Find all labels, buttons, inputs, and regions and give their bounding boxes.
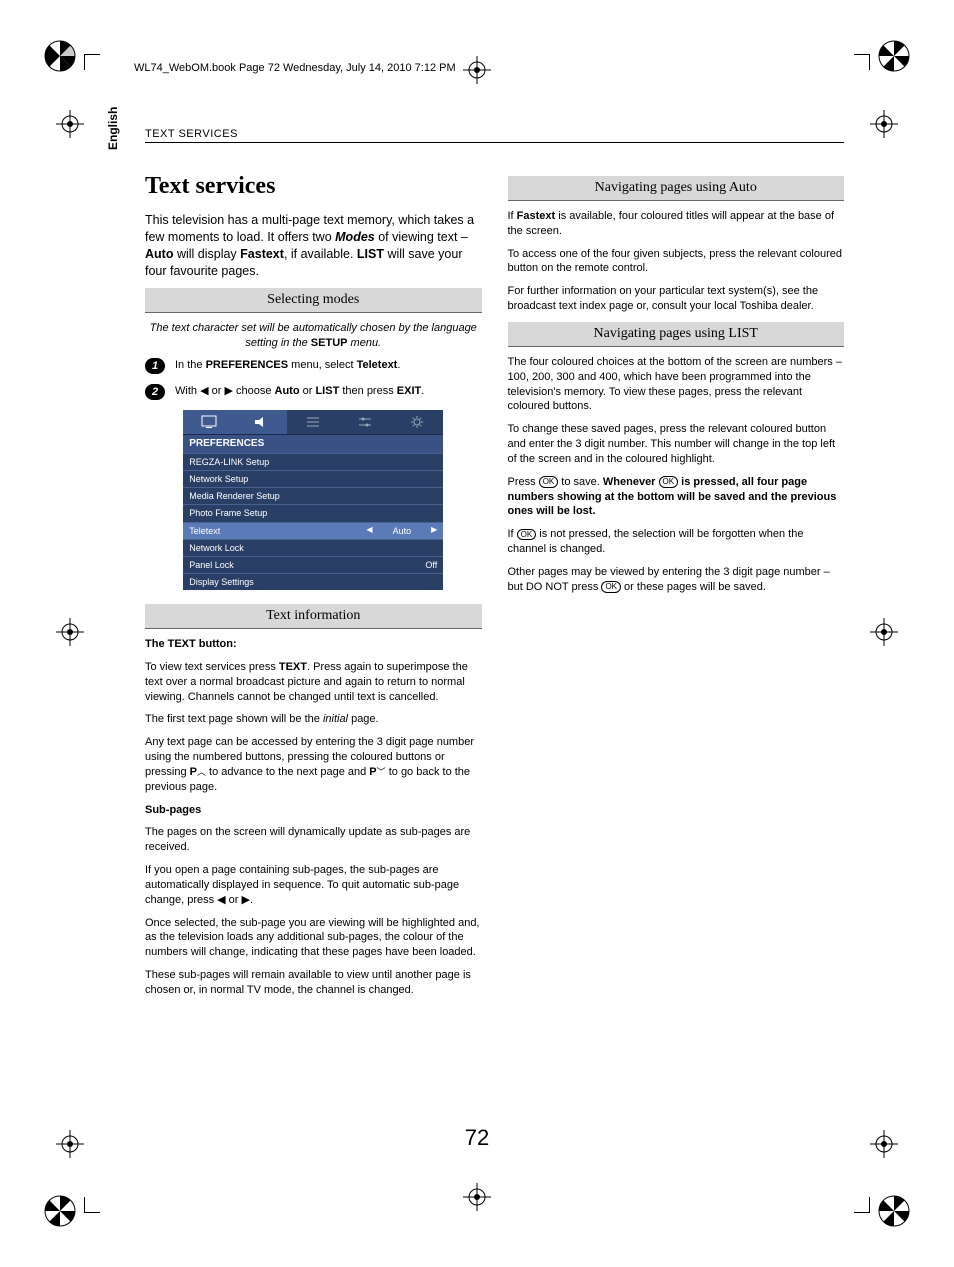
body-paragraph: If you open a page containing sub-pages,… xyxy=(145,863,482,908)
subhead-selecting-modes: Selecting modes xyxy=(145,288,482,313)
registration-mark-icon xyxy=(44,1195,76,1227)
column-left: Text services This television has a mult… xyxy=(145,170,482,1147)
text-button-heading: The TEXT button: xyxy=(145,637,482,652)
column-right: Navigating pages using Auto If Fastext i… xyxy=(508,170,845,1147)
body-paragraph: If Fastext is available, four coloured t… xyxy=(508,209,845,239)
subhead-nav-auto: Navigating pages using Auto xyxy=(508,176,845,201)
menu-row: Media Renderer Setup xyxy=(183,487,443,504)
body-paragraph: Other pages may be viewed by entering th… xyxy=(508,565,845,595)
ok-button-icon: OK xyxy=(601,581,621,593)
content-area: English TEXT SERVICES Text services This… xyxy=(110,120,844,1147)
down-chevron-icon: ﹀ xyxy=(377,766,386,778)
menu-row: Panel LockOff xyxy=(183,556,443,573)
menu-row: Network Setup xyxy=(183,470,443,487)
subhead-text-information: Text information xyxy=(145,604,482,629)
body-paragraph: Once selected, the sub-page you are view… xyxy=(145,916,482,961)
left-arrow-icon: ◀ xyxy=(217,894,225,906)
crosshair-icon xyxy=(870,618,898,646)
tab-sound-icon xyxy=(235,410,287,434)
left-arrow-icon: ◀ xyxy=(366,525,372,536)
tab-sliders-icon xyxy=(339,410,391,434)
section-rule xyxy=(145,142,844,143)
ok-button-icon: OK xyxy=(517,529,537,541)
menu-row: Display Settings xyxy=(183,573,443,590)
registration-mark-icon xyxy=(878,40,910,72)
body-paragraph: To view text services press TEXT. Press … xyxy=(145,660,482,705)
right-arrow-icon: ▶ xyxy=(224,385,232,397)
page-title: Text services xyxy=(145,170,482,202)
step-badge: 2 xyxy=(145,384,165,400)
section-header: TEXT SERVICES xyxy=(145,128,238,140)
right-arrow-icon: ▶ xyxy=(242,894,250,906)
menu-screenshot: PREFERENCES REGZA-LINK Setup Network Set… xyxy=(183,410,443,590)
step-text: With ◀ or ▶ choose Auto or LIST then pre… xyxy=(175,384,482,399)
running-header: WL74_WebOM.book Page 72 Wednesday, July … xyxy=(134,62,456,74)
page: WL74_WebOM.book Page 72 Wednesday, July … xyxy=(0,0,954,1267)
step-1: 1 In the PREFERENCES menu, select Telete… xyxy=(145,358,482,374)
body-paragraph: Press OK to save. Whenever OK is pressed… xyxy=(508,475,845,520)
menu-tabs xyxy=(183,410,443,434)
right-arrow-icon: ▶ xyxy=(431,525,437,536)
crosshair-icon xyxy=(56,1130,84,1158)
registration-mark-icon xyxy=(44,40,76,72)
page-number: 72 xyxy=(110,1125,844,1151)
ok-button-icon: OK xyxy=(539,476,559,488)
step-badge: 1 xyxy=(145,358,165,374)
menu-row: Network Lock xyxy=(183,539,443,556)
menu-title: PREFERENCES xyxy=(183,434,443,453)
ok-button-icon: OK xyxy=(659,476,679,488)
up-chevron-icon: ︿ xyxy=(197,766,206,778)
crosshair-icon xyxy=(870,1130,898,1158)
body-paragraph: If OK is not pressed, the selection will… xyxy=(508,527,845,557)
crosshair-icon xyxy=(56,618,84,646)
subhead-nav-list: Navigating pages using LIST xyxy=(508,322,845,347)
registration-mark-icon xyxy=(878,1195,910,1227)
step-text: In the PREFERENCES menu, select Teletext… xyxy=(175,358,482,373)
step-2: 2 With ◀ or ▶ choose Auto or LIST then p… xyxy=(145,384,482,400)
crosshair-icon xyxy=(463,56,491,84)
menu-row: REGZA-LINK Setup xyxy=(183,453,443,470)
body-paragraph: The four coloured choices at the bottom … xyxy=(508,355,845,414)
subpages-heading: Sub-pages xyxy=(145,803,482,818)
tab-picture-icon xyxy=(183,410,235,434)
note-italic: The text character set will be automatic… xyxy=(145,321,482,351)
tab-list-icon xyxy=(287,410,339,434)
tab-gear-icon xyxy=(391,410,443,434)
menu-row-selected: Teletext◀Auto▶ xyxy=(183,522,443,539)
body-paragraph: To change these saved pages, press the r… xyxy=(508,422,845,467)
crosshair-icon xyxy=(870,110,898,138)
intro-paragraph: This television has a multi-page text me… xyxy=(145,212,482,280)
menu-row: Photo Frame Setup xyxy=(183,504,443,521)
language-tab: English xyxy=(106,107,120,150)
left-arrow-icon: ◀ xyxy=(200,385,208,397)
body-paragraph: To access one of the four given subjects… xyxy=(508,247,845,277)
body-paragraph: These sub-pages will remain available to… xyxy=(145,968,482,998)
body-paragraph: The pages on the screen will dynamically… xyxy=(145,825,482,855)
body-paragraph: For further information on your particul… xyxy=(508,284,845,314)
crosshair-icon xyxy=(56,110,84,138)
body-paragraph: The first text page shown will be the in… xyxy=(145,712,482,727)
body-paragraph: Any text page can be accessed by enterin… xyxy=(145,735,482,794)
columns: Text services This television has a mult… xyxy=(145,170,844,1147)
crosshair-icon xyxy=(463,1183,491,1211)
